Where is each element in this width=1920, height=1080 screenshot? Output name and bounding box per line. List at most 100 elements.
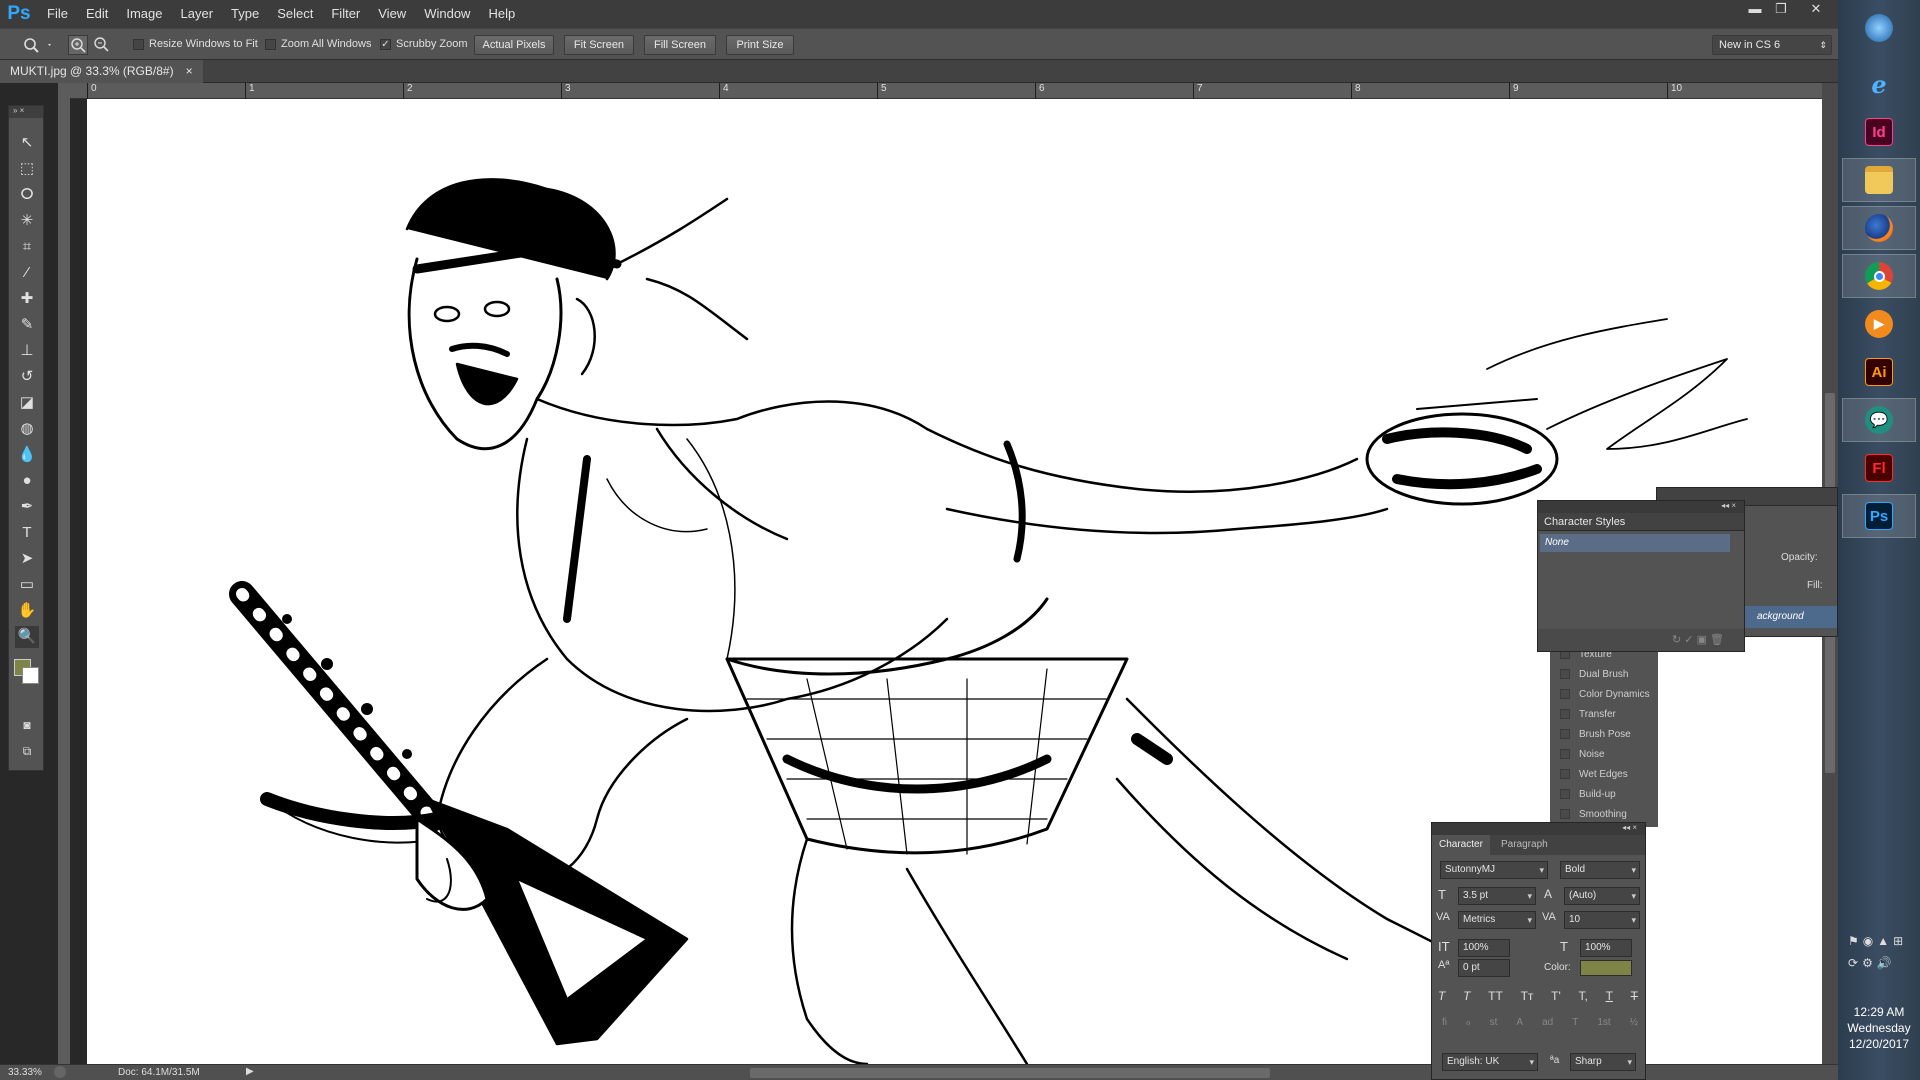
fill-screen-button[interactable]: Fill Screen <box>644 35 716 55</box>
tray-network-icon[interactable]: ⊞ <box>1893 934 1903 952</box>
minimize-button[interactable]: ▬ <box>1742 0 1768 20</box>
ordinals-button[interactable]: 1st <box>1597 1017 1610 1035</box>
status-info-icon[interactable] <box>54 1066 66 1078</box>
menu-help[interactable]: Help <box>479 0 524 28</box>
fractions-button[interactable]: ½ <box>1630 1017 1638 1035</box>
old-style-button[interactable]: ℴ <box>1466 1017 1471 1035</box>
tab-character[interactable]: Character <box>1432 835 1490 855</box>
menu-filter[interactable]: Filter <box>322 0 369 28</box>
zoom-all-windows-checkbox[interactable]: Zoom All Windows <box>265 38 371 50</box>
move-tool-icon[interactable]: ↖ <box>15 132 39 154</box>
eyedropper-icon[interactable]: ⁄ <box>15 262 39 284</box>
windows-start-button[interactable] <box>1842 6 1916 50</box>
healing-brush-icon[interactable]: ✚ <box>15 288 39 310</box>
taskbar-chrome[interactable] <box>1842 254 1916 298</box>
print-size-button[interactable]: Print Size <box>726 35 794 55</box>
crop-tool-icon[interactable]: ⌗ <box>15 236 39 258</box>
quick-mask-icon[interactable]: ◙ <box>15 714 39 736</box>
hand-tool-icon[interactable]: ✋ <box>15 600 39 622</box>
brush-option-build-up[interactable]: Build-up <box>1560 785 1616 803</box>
actual-pixels-button[interactable]: Actual Pixels <box>474 35 554 55</box>
subscript-button[interactable]: T, <box>1578 989 1587 1007</box>
marquee-tool-icon[interactable]: ⬚ <box>15 158 39 180</box>
tray-volume-icon[interactable]: 🔊 <box>1877 956 1892 974</box>
status-menu-arrow-icon[interactable]: ▶ <box>246 1066 254 1077</box>
blur-tool-icon[interactable]: 💧 <box>15 444 39 466</box>
horizontal-scrollbar-thumb[interactable] <box>750 1068 1270 1078</box>
taskbar-clock[interactable]: 12:29 AM Wednesday 12/20/2017 <box>1838 1004 1920 1052</box>
menu-image[interactable]: Image <box>117 0 171 28</box>
language-select[interactable]: English: UK ▾ <box>1442 1053 1538 1071</box>
faux-italic-button[interactable]: T <box>1463 989 1470 1007</box>
taskbar-indesign[interactable]: Id <box>1842 110 1916 154</box>
path-selection-icon[interactable]: ➤ <box>15 548 39 570</box>
font-size-field[interactable]: 3.5 pt ▾ <box>1458 887 1536 905</box>
zoom-out-button[interactable] <box>92 35 112 55</box>
brush-option-dual-brush[interactable]: Dual Brush <box>1560 665 1628 683</box>
brush-option-brush-pose[interactable]: Brush Pose <box>1560 725 1631 743</box>
screen-mode-icon[interactable]: ⧉ <box>15 740 39 762</box>
leading-field[interactable]: (Auto) ▾ <box>1564 887 1640 905</box>
zoom-tool-icon[interactable]: 🔍 <box>15 626 39 648</box>
antialias-select[interactable]: Sharp ▾ <box>1570 1053 1636 1071</box>
taskbar-flash[interactable]: Fl <box>1842 446 1916 490</box>
brush-tool-icon[interactable]: ✎ <box>15 314 39 336</box>
dodge-tool-icon[interactable]: ● <box>15 470 39 492</box>
menu-layer[interactable]: Layer <box>172 0 223 28</box>
tray-chrome-icon[interactable]: ◉ <box>1863 934 1873 952</box>
scrubby-zoom-checkbox[interactable]: ✓ Scrubby Zoom <box>380 38 468 50</box>
discretionary-ligatures-button[interactable]: st <box>1490 1017 1498 1035</box>
superscript-button[interactable]: T' <box>1551 989 1561 1007</box>
fit-screen-button[interactable]: Fit Screen <box>564 35 634 55</box>
ligatures-button[interactable]: fi <box>1442 1017 1447 1035</box>
tray-gear-icon[interactable]: ⚙ <box>1862 956 1873 974</box>
taskbar-file-explorer[interactable] <box>1842 158 1916 202</box>
eraser-icon[interactable]: ◪ <box>15 392 39 414</box>
character-style-none[interactable]: None <box>1540 534 1730 552</box>
tray-sync-icon[interactable]: ⟳ <box>1848 956 1858 974</box>
brush-option-noise[interactable]: Noise <box>1560 745 1605 763</box>
rectangle-tool-icon[interactable]: ▭ <box>15 574 39 596</box>
brush-option-smoothing[interactable]: Smoothing <box>1560 805 1627 823</box>
tray-flag-icon[interactable]: ⚑ <box>1848 934 1859 952</box>
all-caps-button[interactable]: TT <box>1488 989 1503 1007</box>
baseline-shift-field[interactable]: 0 pt <box>1458 959 1510 977</box>
taskbar-illustrator[interactable]: Ai <box>1842 350 1916 394</box>
character-styles-title[interactable]: Character Styles <box>1538 513 1744 531</box>
tracking-field[interactable]: 10 ▾ <box>1564 911 1640 929</box>
vertical-scale-field[interactable]: 100% <box>1458 939 1510 957</box>
close-button[interactable]: ✕ <box>1794 0 1838 20</box>
menu-select[interactable]: Select <box>268 0 322 28</box>
taskbar-messenger[interactable]: 💬 <box>1842 398 1916 442</box>
pen-tool-icon[interactable]: ✒ <box>15 496 39 518</box>
history-brush-icon[interactable]: ↺ <box>15 366 39 388</box>
strikethrough-button[interactable]: T <box>1631 989 1638 1007</box>
restore-button[interactable]: ❐ <box>1768 0 1794 20</box>
swash-button[interactable]: A <box>1516 1017 1523 1035</box>
tab-paragraph[interactable]: Paragraph <box>1494 835 1555 855</box>
menu-edit[interactable]: Edit <box>77 0 117 28</box>
horizontal-scale-field[interactable]: 100% <box>1580 939 1632 957</box>
document-tab[interactable]: MUKTI.jpg @ 33.3% (RGB/8#) × <box>0 60 203 83</box>
small-caps-button[interactable]: Tт <box>1521 989 1534 1007</box>
tray-adobe-icon[interactable]: ▲ <box>1877 934 1889 952</box>
stylistic-alternates-button[interactable]: ad <box>1542 1017 1553 1035</box>
brush-option-wet-edges[interactable]: Wet Edges <box>1560 765 1628 783</box>
zoom-tool-preset[interactable] <box>20 35 54 55</box>
background-color-swatch[interactable] <box>22 667 39 684</box>
zoom-in-button[interactable] <box>68 35 88 55</box>
taskbar-media-player[interactable]: ▶ <box>1842 302 1916 346</box>
system-tray[interactable]: ⚑ ◉ ▲ ⊞ ⟳ ⚙ 🔊 <box>1848 934 1910 974</box>
text-color-swatch[interactable] <box>1580 960 1632 976</box>
menu-type[interactable]: Type <box>222 0 268 28</box>
taskbar-internet-explorer[interactable]: e <box>1842 62 1916 106</box>
magic-wand-icon[interactable]: ✳ <box>15 210 39 232</box>
brush-option-color-dynamics[interactable]: Color Dynamics <box>1560 685 1650 703</box>
underline-button[interactable]: T <box>1606 989 1613 1007</box>
clone-stamp-icon[interactable]: ⊥ <box>15 340 39 362</box>
resize-windows-checkbox[interactable]: Resize Windows to Fit <box>133 38 258 50</box>
panel-collapse-icon[interactable]: ◂◂ × <box>1432 823 1645 835</box>
tab-close-icon[interactable]: × <box>186 60 193 83</box>
font-style-select[interactable]: Bold ▾ <box>1560 861 1640 879</box>
kerning-field[interactable]: Metrics ▾ <box>1458 911 1536 929</box>
